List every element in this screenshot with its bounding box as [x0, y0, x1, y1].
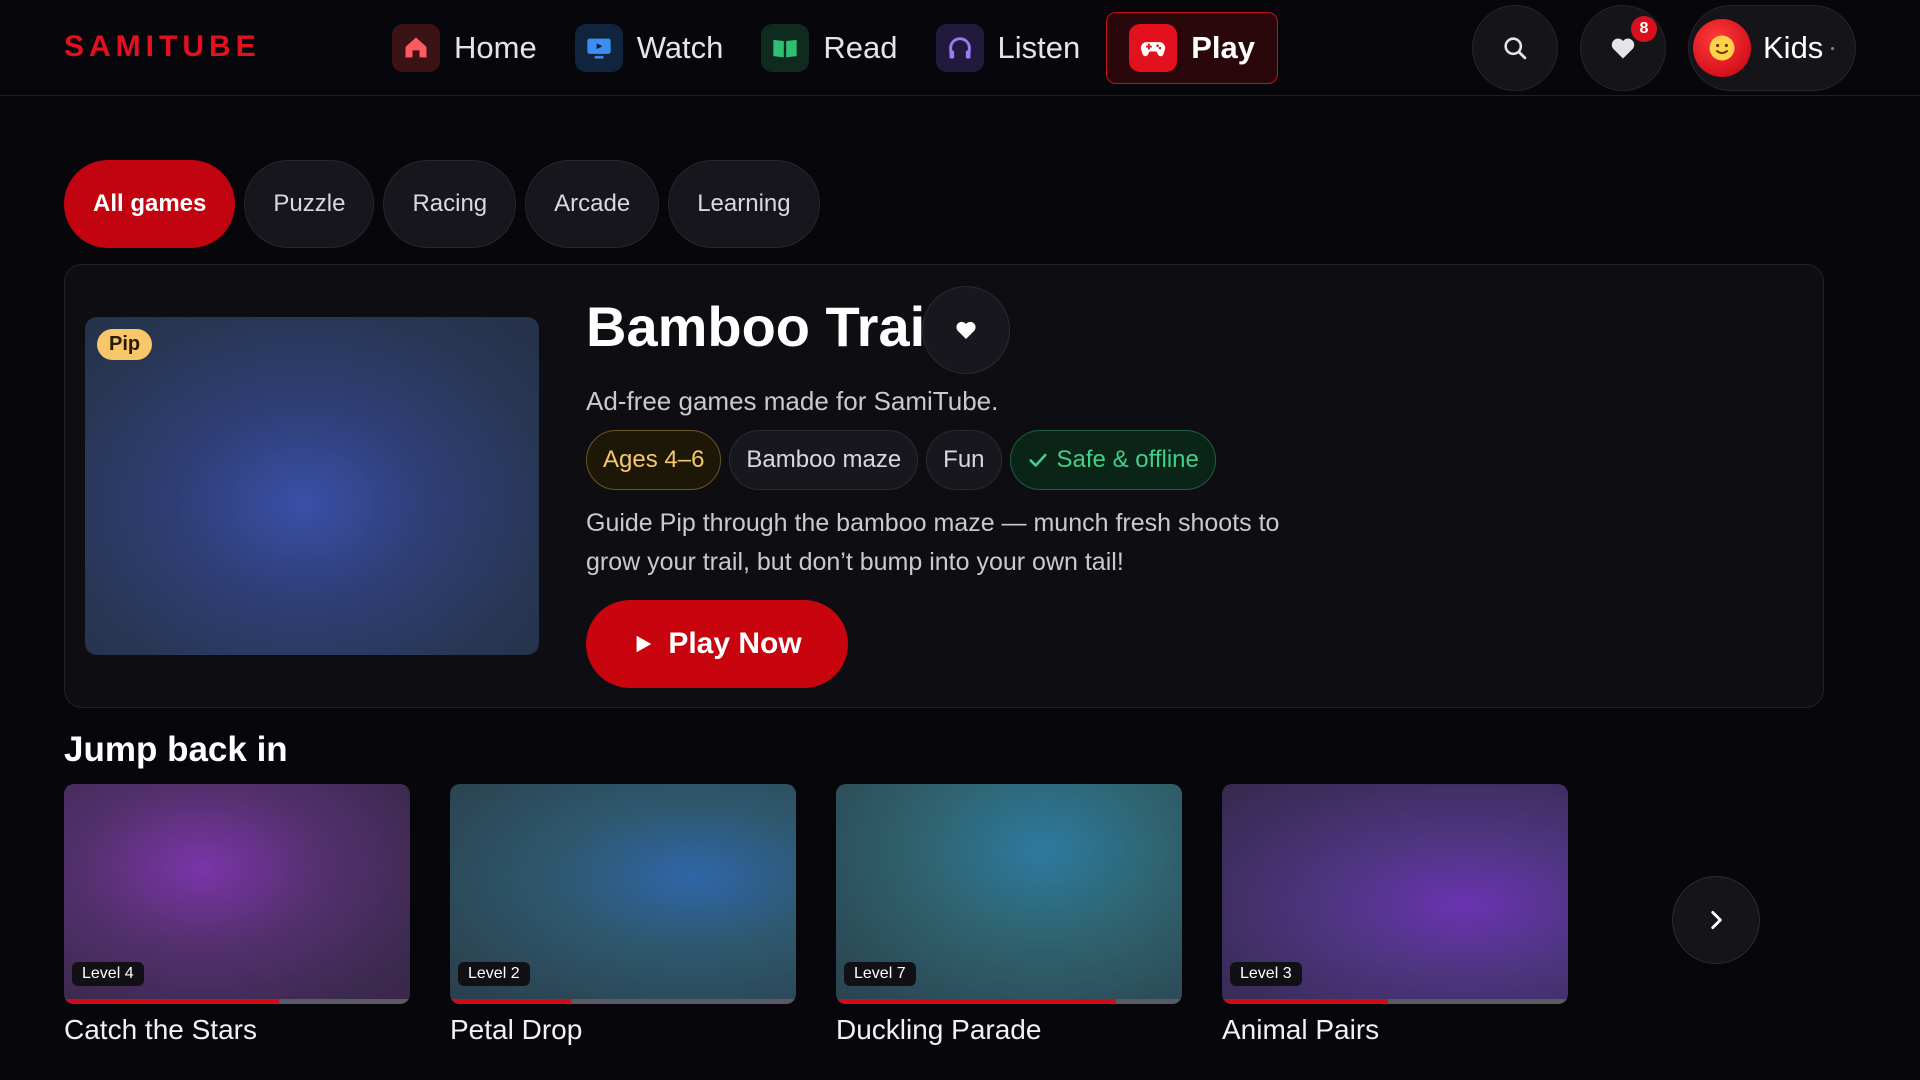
progress-bar: [450, 999, 796, 1004]
nav-item-label: Read: [823, 30, 898, 65]
filter-racing[interactable]: Racing: [383, 160, 517, 248]
game-thumbnail: Level 7: [836, 784, 1182, 1004]
search-button[interactable]: [1472, 5, 1558, 91]
nav-item-label: Watch: [636, 30, 724, 65]
play-now-label: Play Now: [668, 627, 802, 660]
profile-switcher[interactable]: Kids: [1688, 5, 1856, 91]
nav-item-listen[interactable]: Listen: [924, 12, 1093, 84]
nav-item-label: Play: [1191, 30, 1256, 65]
recent-game-card[interactable]: Level 3 Animal Pairs: [1222, 784, 1568, 1046]
game-title: Catch the Stars: [64, 1014, 257, 1045]
house-icon: [392, 24, 440, 72]
nav-item-read[interactable]: Read: [749, 12, 909, 84]
featured-game-description: Guide Pip through the bamboo maze — munc…: [586, 509, 1280, 576]
nav-item-label: Home: [454, 30, 537, 65]
profile-name: Kids: [1763, 30, 1824, 65]
play-icon: [636, 635, 652, 653]
progress-bar: [1222, 999, 1568, 1004]
play-now-button[interactable]: Play Now: [586, 600, 848, 688]
favorite-game-button[interactable]: [922, 286, 1010, 374]
progress-bar: [836, 999, 1182, 1004]
safe-offline-tag: Safe & offline: [1009, 430, 1216, 490]
level-badge: Level 2: [458, 962, 530, 986]
category-filters: All games Puzzle Racing Arcade Learning: [64, 160, 820, 248]
genre-tag: Bamboo maze: [729, 430, 919, 490]
recent-game-card[interactable]: Level 2 Petal Drop: [450, 784, 796, 1046]
gamepad-icon: [1129, 24, 1178, 72]
game-thumbnail: Level 2: [450, 784, 796, 1004]
featured-game-subtitle: Ad-free games made for SamiTube.: [586, 386, 999, 416]
dropdown-dot-icon: [1831, 46, 1835, 50]
featured-game-thumbnail[interactable]: Pip: [85, 317, 539, 655]
progress-bar: [64, 999, 410, 1004]
chevron-right-icon: [1711, 911, 1722, 929]
headphones-icon: [935, 24, 984, 72]
scroll-next-button[interactable]: [1672, 876, 1760, 964]
game-thumbnail: Level 4: [64, 784, 410, 1004]
game-thumbnail: Level 3: [1222, 784, 1568, 1004]
main-nav: Home Watch Read Listen Play: [380, 12, 1279, 84]
level-badge: Level 3: [1230, 962, 1302, 986]
filter-arcade[interactable]: Arcade: [525, 160, 660, 248]
top-bar: SAMITUBE Home Watch Read Listen Play 8 K…: [0, 0, 1920, 96]
nav-item-label: Listen: [997, 30, 1081, 65]
character-badge: Pip: [97, 329, 153, 360]
heart-icon: [956, 321, 976, 339]
level-badge: Level 7: [844, 962, 916, 986]
nav-item-play[interactable]: Play: [1106, 12, 1279, 84]
game-title: Duckling Parade: [836, 1014, 1042, 1045]
featured-game-tags: Ages 4–6 Bamboo maze Fun Safe & offline: [586, 430, 1216, 490]
filter-all-games[interactable]: All games: [64, 160, 236, 248]
featured-game-title: Bamboo Trail: [586, 295, 941, 358]
age-tag: Ages 4–6: [586, 430, 722, 490]
smiley-icon: [1693, 19, 1751, 77]
heart-icon: [1611, 38, 1635, 59]
mood-tag: Fun: [926, 430, 1002, 490]
brand-logo[interactable]: SAMITUBE: [64, 30, 261, 64]
level-badge: Level 4: [72, 962, 144, 986]
favorites-button[interactable]: 8: [1580, 5, 1666, 91]
search-icon: [1504, 37, 1527, 60]
nav-item-watch[interactable]: Watch: [563, 12, 736, 84]
jump-back-in-heading: Jump back in: [64, 730, 288, 769]
book-icon: [761, 24, 810, 72]
favorites-count-badge: 8: [1631, 16, 1657, 42]
recent-game-card[interactable]: Level 7 Duckling Parade: [836, 784, 1182, 1046]
game-title: Petal Drop: [450, 1014, 583, 1045]
checkmark-icon: [1028, 453, 1047, 467]
filter-learning[interactable]: Learning: [668, 160, 820, 248]
game-title: Animal Pairs: [1222, 1014, 1380, 1045]
filter-puzzle[interactable]: Puzzle: [244, 160, 375, 248]
safe-offline-label: Safe & offline: [1056, 446, 1199, 473]
nav-item-home[interactable]: Home: [380, 12, 549, 84]
recent-game-card[interactable]: Level 4 Catch the Stars: [64, 784, 410, 1046]
tv-icon: [574, 24, 623, 72]
